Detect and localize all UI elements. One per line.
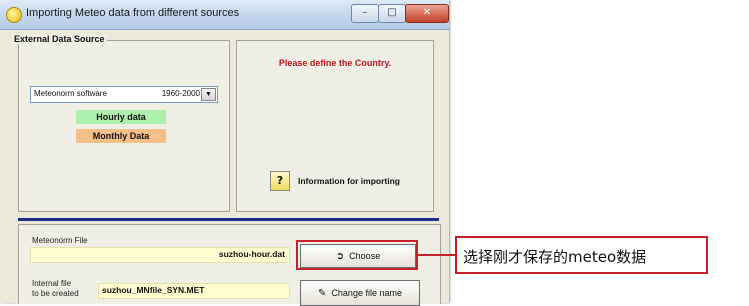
annotation-callout: 选择刚才保存的meteo数据 [455,236,708,274]
choose-highlight-frame [296,240,418,270]
app-icon [6,7,22,23]
external-source-label: External Data Source [12,34,107,44]
internal-file-field[interactable]: suzhou_MNfile_SYN.MET [98,283,290,299]
monthly-data-option[interactable]: Monthly Data [76,129,166,143]
country-warning: Please define the Country. [278,58,392,68]
chevron-down-icon[interactable]: ▼ [201,88,216,101]
maximize-button[interactable]: □ [378,4,406,23]
meteonorm-file-value: suzhou-hour.dat [218,249,285,259]
help-button[interactable]: ? [270,171,290,191]
minimize-button[interactable]: – [351,4,379,23]
hourly-data-option[interactable]: Hourly data [76,110,166,124]
change-file-name-label: Change file name [331,288,402,298]
window-title: Importing Meteo data from different sour… [26,7,240,19]
title-bar: Importing Meteo data from different sour… [0,0,449,30]
source-select[interactable]: Meteonorm software 1960-2000 ▼ [30,86,218,103]
external-source-group [18,40,230,212]
internal-file-label-2: to be created [32,289,79,298]
close-button[interactable]: ✕ [405,4,449,23]
source-select-range: 1960-2000 [161,89,200,98]
source-select-value: Meteonorm software [34,89,107,98]
internal-file-label-1: Internal file [32,279,72,288]
callout-connector [418,254,456,256]
internal-file-value: suzhou_MNfile_SYN.MET [102,285,205,295]
meteonorm-file-label: Meteonorm File [32,236,88,245]
import-info-label: Information for importing [298,176,400,186]
rename-icon: ✎ [318,288,327,299]
section-divider [18,218,439,221]
change-file-name-button[interactable]: ✎ Change file name [300,280,420,306]
meteonorm-file-field[interactable]: suzhou-hour.dat [30,247,290,263]
